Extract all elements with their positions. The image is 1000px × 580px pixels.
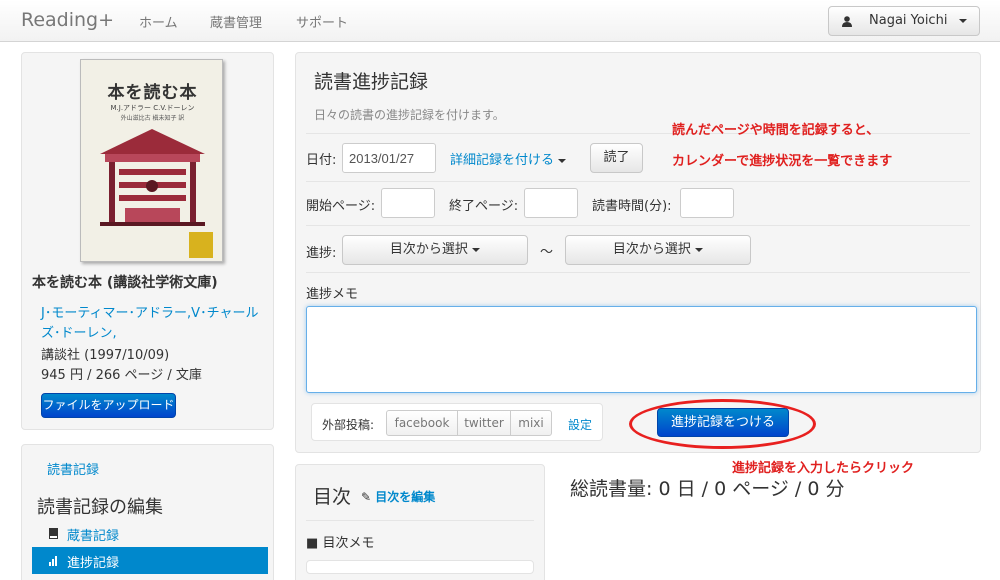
- date-label: 日付:: [306, 153, 337, 168]
- end-page-input[interactable]: [524, 188, 578, 218]
- toc-memo-box: [306, 560, 534, 574]
- chevron-down-icon: [959, 19, 967, 23]
- user-name: Nagai Yoichi: [869, 13, 948, 28]
- book-title: 本を読む本 (講談社学術文庫): [32, 275, 218, 291]
- chevron-down-icon: [695, 247, 704, 252]
- sidebar-item-label: 進捗記録: [67, 556, 120, 571]
- book-price-pages: 945 円 / 266 ページ / 文庫: [41, 368, 202, 383]
- nav-support[interactable]: サポート: [296, 12, 348, 31]
- external-post-label: 外部投稿:: [322, 418, 375, 432]
- reading-time-input[interactable]: [680, 188, 734, 218]
- book-icon: [49, 528, 58, 539]
- divider: [306, 520, 534, 521]
- user-menu-button[interactable]: Nagai Yoichi: [828, 6, 980, 36]
- toc-select-start[interactable]: 目次から選択: [342, 235, 528, 265]
- memo-label: 進捗メモ: [306, 287, 359, 302]
- user-icon: [842, 16, 852, 27]
- start-page-label: 開始ページ:: [306, 199, 376, 214]
- date-input[interactable]: [342, 143, 436, 173]
- sidebar-item-library-record[interactable]: 蔵書記録: [32, 520, 268, 547]
- form-subtitle: 日々の読書の進捗記録を付けます。: [314, 108, 505, 122]
- progress-label: 進捗:: [306, 246, 337, 261]
- total-reading-stats: 総読書量: 0 日 / 0 ページ / 0 分: [570, 478, 845, 500]
- bar-chart-icon: [49, 556, 57, 566]
- book-authors-link[interactable]: J･モーティマー･アドラー,V･チャールズ･ドーレン,: [41, 304, 263, 344]
- sidebar-item-progress-record[interactable]: 進捗記録: [32, 547, 268, 574]
- finish-reading-button[interactable]: 読了: [590, 143, 643, 173]
- toc-select-end[interactable]: 目次から選択: [565, 235, 751, 265]
- divider: [306, 225, 970, 226]
- book-publisher: 講談社 (1997/10/09): [41, 348, 170, 363]
- navbar: Reading+ ホーム 蔵書管理 サポート Nagai Yoichi: [0, 0, 1000, 42]
- cover-author: M.J.アドラー C.V.ドーレン: [110, 104, 195, 112]
- memo-textarea[interactable]: [306, 306, 977, 393]
- chevron-down-icon: [558, 158, 567, 163]
- end-page-label: 終了ページ:: [449, 199, 519, 214]
- toc-heading: 目次: [313, 486, 352, 508]
- annotation-line1: 読んだページや時間を記録すると、: [672, 123, 880, 138]
- cover-title: 本を読む本: [107, 83, 198, 103]
- detail-record-link[interactable]: 詳細記録を付ける: [450, 149, 567, 168]
- nav-library[interactable]: 蔵書管理: [210, 12, 262, 31]
- upload-file-button[interactable]: ファイルをアップロード: [41, 393, 176, 418]
- chevron-down-icon: [472, 247, 481, 252]
- brand-logo[interactable]: Reading+: [21, 9, 114, 31]
- reading-time-label: 読書時間(分):: [592, 199, 672, 214]
- edit-icon: ✎: [361, 490, 372, 504]
- annotation-ellipse: [629, 399, 816, 449]
- toc-edit-link[interactable]: ✎ 目次を編集: [361, 488, 435, 505]
- square-bullet-icon: ■: [306, 536, 319, 551]
- start-page-input[interactable]: [381, 188, 435, 218]
- sidebar-edit-heading: 読書記録の編集: [37, 497, 163, 518]
- toc-memo-item: ■ 目次メモ: [306, 536, 375, 551]
- cover-translator: 外山滋比古 槇未知子 訳: [120, 115, 185, 122]
- twitter-toggle[interactable]: twitter: [457, 410, 511, 436]
- divider: [306, 272, 970, 273]
- facebook-toggle[interactable]: facebook: [386, 410, 458, 436]
- nav-home[interactable]: ホーム: [139, 12, 178, 31]
- annotation-line2: カレンダーで進捗状況を一覧できます: [672, 154, 893, 169]
- publisher-logo: [189, 232, 213, 258]
- book-cover: 本を読む本 M.J.アドラー C.V.ドーレン 外山滋比古 槇未知子 訳: [80, 59, 223, 262]
- sidebar-item-label: 蔵書記録: [67, 529, 120, 544]
- form-heading: 読書進捗記録: [314, 71, 429, 93]
- cover-illustration: [100, 129, 205, 226]
- mixi-toggle[interactable]: mixi: [510, 410, 552, 436]
- settings-link[interactable]: 設定: [568, 416, 592, 433]
- sidebar-reading-record-link[interactable]: 読書記録: [47, 459, 99, 478]
- range-tilde: 〜: [540, 245, 554, 260]
- divider: [306, 181, 970, 182]
